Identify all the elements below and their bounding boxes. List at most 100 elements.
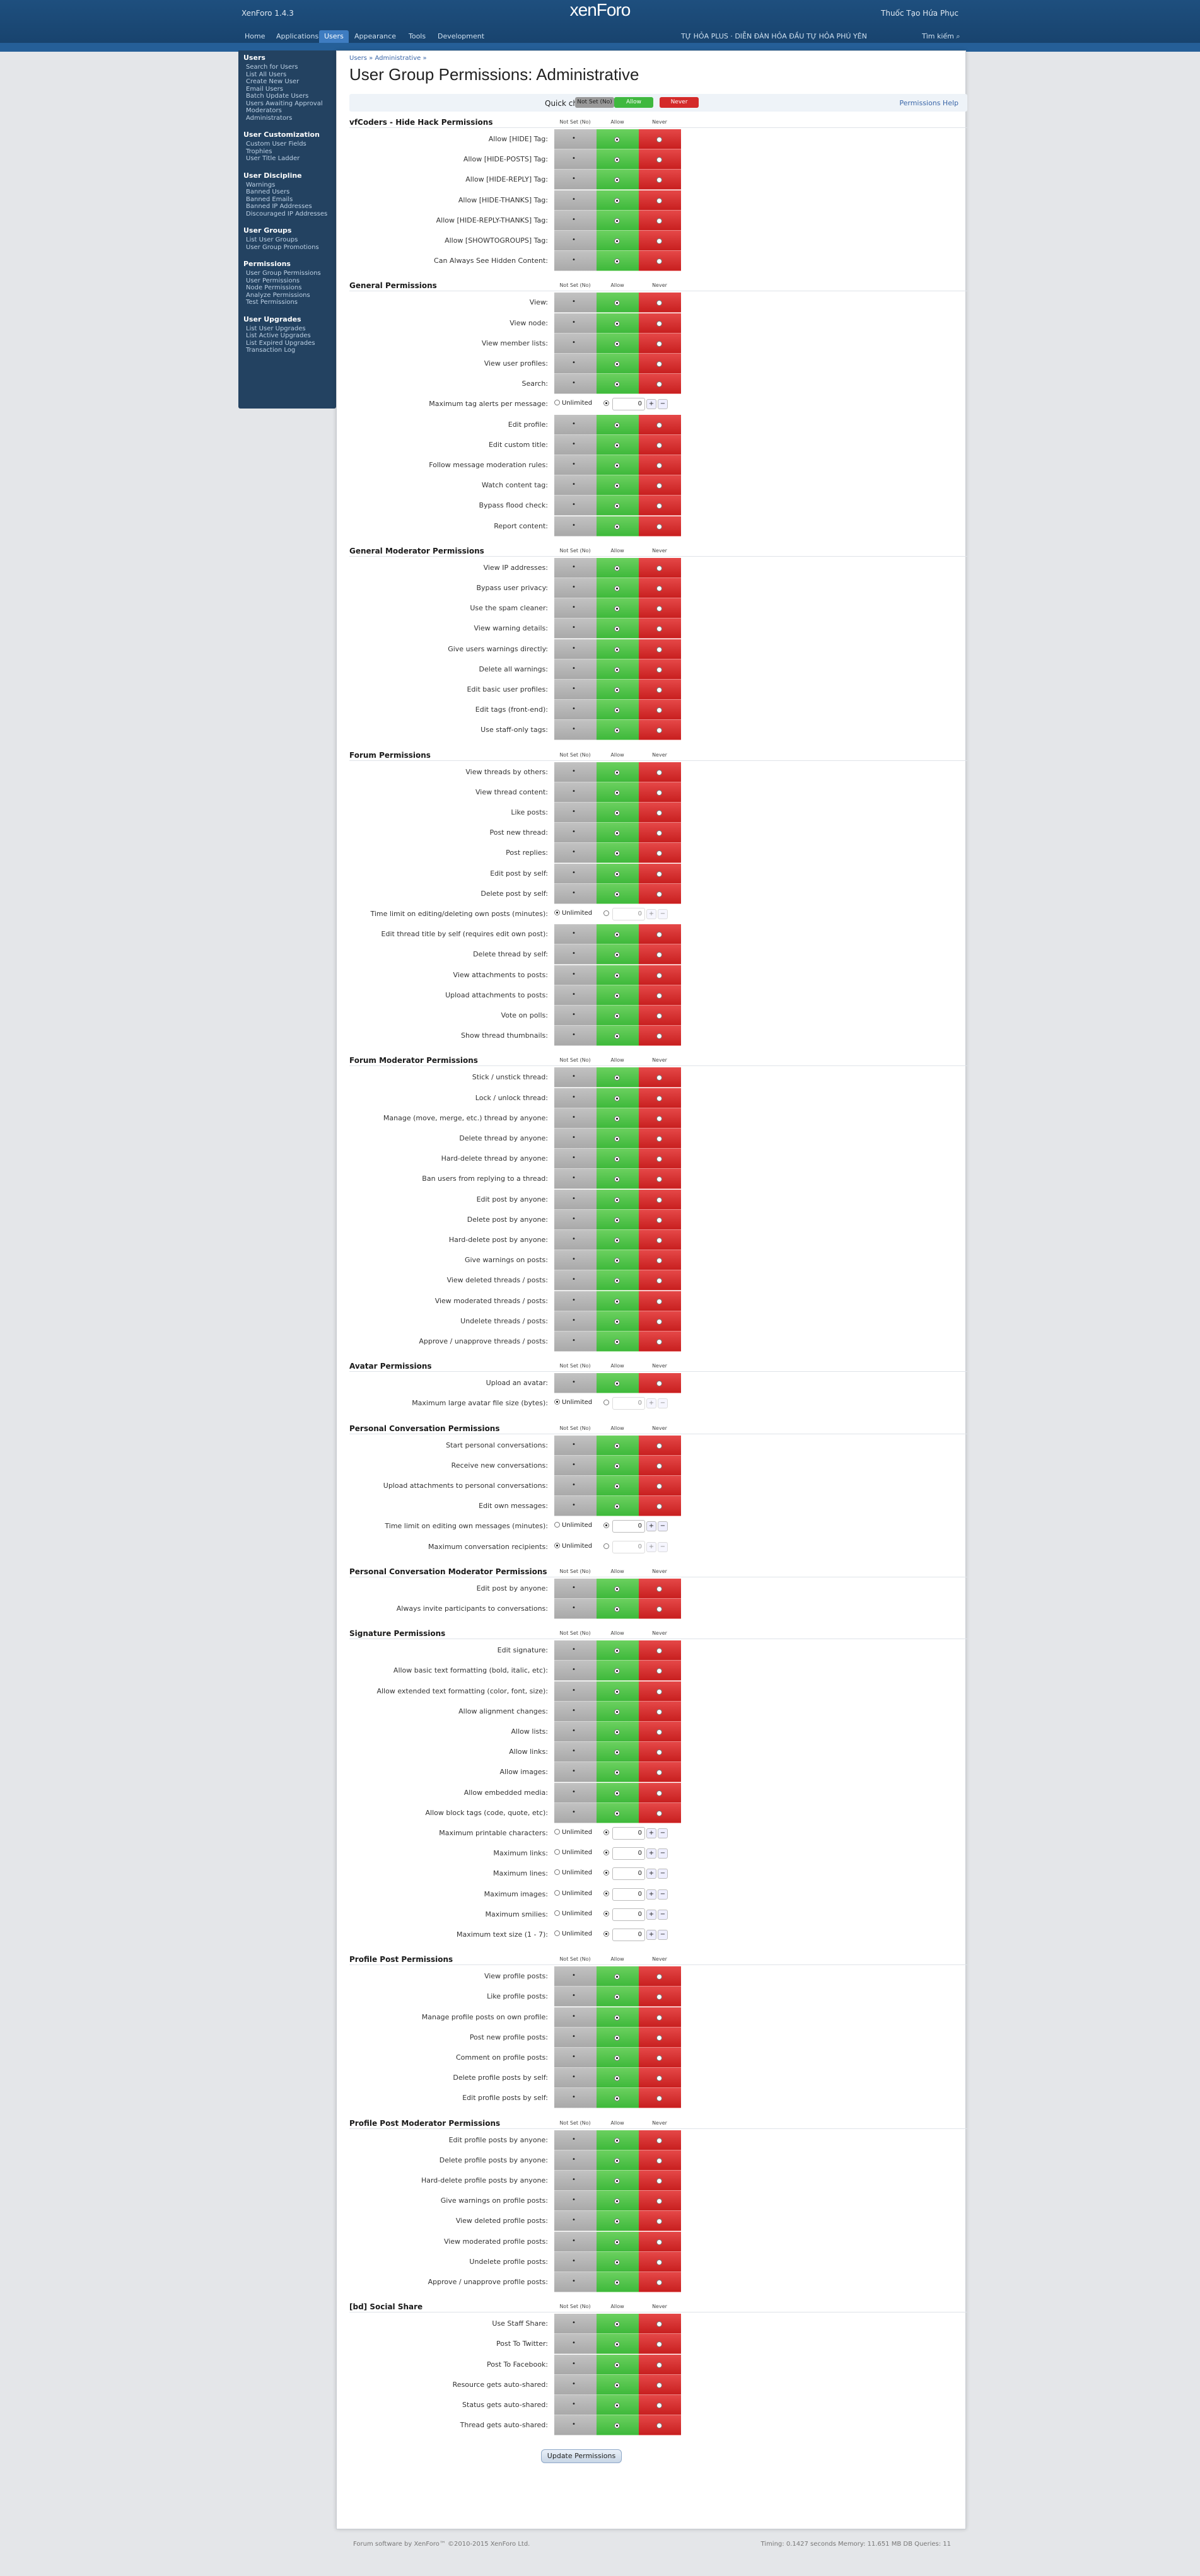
- never-cell[interactable]: [639, 149, 681, 170]
- not-set-cell[interactable]: •: [554, 293, 597, 313]
- never-cell[interactable]: [639, 659, 681, 680]
- unlimited-radio[interactable]: [554, 400, 560, 406]
- allow-cell[interactable]: [597, 944, 639, 965]
- sidebar-item[interactable]: Banned Users: [246, 189, 289, 195]
- increment-button[interactable]: +: [646, 1541, 656, 1552]
- never-radio[interactable]: [656, 2034, 662, 2041]
- value-input[interactable]: 0: [612, 1827, 645, 1840]
- allow-radio[interactable]: [614, 238, 620, 244]
- never-cell[interactable]: [639, 1476, 681, 1496]
- allow-cell[interactable]: [597, 1311, 639, 1332]
- never-cell[interactable]: [639, 1681, 681, 1702]
- allow-cell[interactable]: [597, 2191, 639, 2212]
- not-set-cell[interactable]: •: [554, 2415, 597, 2436]
- allow-radio[interactable]: [614, 2055, 620, 2061]
- not-set-cell[interactable]: •: [554, 1742, 597, 1763]
- allow-cell[interactable]: [597, 680, 639, 700]
- allow-cell[interactable]: [597, 1599, 639, 1619]
- allow-radio[interactable]: [614, 992, 620, 999]
- not-set-cell[interactable]: •: [554, 2048, 597, 2068]
- never-cell[interactable]: [639, 2334, 681, 2355]
- increment-button[interactable]: +: [646, 1828, 656, 1838]
- sidebar-item[interactable]: List Expired Upgrades: [246, 340, 315, 347]
- tab-applications[interactable]: Applications: [271, 30, 323, 43]
- never-radio[interactable]: [656, 361, 662, 367]
- unlimited-option[interactable]: Unlimited: [554, 1542, 592, 1550]
- never-cell[interactable]: [639, 434, 681, 455]
- never-cell[interactable]: [639, 823, 681, 844]
- allow-cell[interactable]: [597, 374, 639, 395]
- allow-cell[interactable]: [597, 516, 639, 537]
- never-radio[interactable]: [656, 1648, 662, 1654]
- allow-radio[interactable]: [614, 2382, 620, 2388]
- never-cell[interactable]: [639, 475, 681, 496]
- never-radio[interactable]: [656, 2239, 662, 2245]
- sidebar-item[interactable]: List User Groups: [246, 236, 298, 243]
- never-cell[interactable]: [639, 965, 681, 985]
- never-cell[interactable]: [639, 598, 681, 619]
- never-cell[interactable]: [639, 1026, 681, 1047]
- not-set-cell[interactable]: •: [554, 2171, 597, 2191]
- allow-radio[interactable]: [614, 2075, 620, 2082]
- value-radio[interactable]: [603, 1850, 609, 1856]
- allow-radio[interactable]: [614, 1770, 620, 1776]
- allow-cell[interactable]: [597, 2068, 639, 2089]
- never-cell[interactable]: [639, 333, 681, 354]
- never-cell[interactable]: [639, 1762, 681, 1783]
- allow-cell[interactable]: [597, 659, 639, 680]
- allow-radio[interactable]: [614, 320, 620, 327]
- not-set-cell[interactable]: •: [554, 965, 597, 985]
- never-radio[interactable]: [656, 2362, 662, 2368]
- allow-cell[interactable]: [597, 313, 639, 334]
- allow-cell[interactable]: [597, 1742, 639, 1763]
- never-cell[interactable]: [639, 2007, 681, 2028]
- decrement-button[interactable]: −: [658, 1848, 668, 1859]
- not-set-cell[interactable]: •: [554, 1088, 597, 1108]
- not-set-cell[interactable]: •: [554, 2191, 597, 2212]
- allow-cell[interactable]: [597, 618, 639, 639]
- sidebar-heading[interactable]: Users: [243, 54, 265, 62]
- never-radio[interactable]: [656, 2178, 662, 2184]
- not-set-cell[interactable]: •: [554, 2395, 597, 2415]
- allow-cell[interactable]: [597, 2231, 639, 2252]
- allow-cell[interactable]: [597, 1128, 639, 1149]
- sidebar-item[interactable]: Users Awaiting Approval: [246, 100, 323, 107]
- never-cell[interactable]: [639, 1149, 681, 1169]
- allow-cell[interactable]: [597, 455, 639, 475]
- allow-radio[interactable]: [614, 2341, 620, 2348]
- value-radio[interactable]: [603, 1543, 609, 1549]
- not-set-cell[interactable]: •: [554, 251, 597, 272]
- allow-cell[interactable]: [597, 2354, 639, 2375]
- never-radio[interactable]: [656, 992, 662, 999]
- never-cell[interactable]: [639, 1455, 681, 1476]
- decrement-button[interactable]: −: [658, 1930, 668, 1940]
- allow-radio[interactable]: [614, 1381, 620, 1387]
- never-radio[interactable]: [656, 666, 662, 673]
- not-set-cell[interactable]: •: [554, 313, 597, 334]
- never-cell[interactable]: [639, 1270, 681, 1291]
- sidebar-item[interactable]: Email Users: [246, 86, 283, 93]
- allow-radio[interactable]: [614, 2198, 620, 2205]
- never-radio[interactable]: [656, 1974, 662, 1980]
- allow-radio[interactable]: [614, 1648, 620, 1654]
- not-set-cell[interactable]: •: [554, 2374, 597, 2395]
- not-set-cell[interactable]: •: [554, 2007, 597, 2028]
- not-set-cell[interactable]: •: [554, 1578, 597, 1599]
- never-cell[interactable]: [639, 720, 681, 741]
- never-radio[interactable]: [656, 137, 662, 142]
- allow-radio[interactable]: [614, 1258, 620, 1264]
- value-input[interactable]: 0: [612, 1929, 645, 1941]
- quick-not-set-button[interactable]: Not Set (No): [575, 97, 614, 108]
- allow-radio[interactable]: [614, 2403, 620, 2408]
- never-radio[interactable]: [656, 2259, 662, 2265]
- value-input[interactable]: 0: [612, 1867, 645, 1881]
- search-link[interactable]: Tìm kiếm ⌕: [922, 30, 960, 43]
- sidebar-item[interactable]: Trophies: [246, 148, 272, 155]
- never-cell[interactable]: [639, 883, 681, 904]
- value-input[interactable]: 0: [612, 1847, 645, 1860]
- not-set-cell[interactable]: •: [554, 1332, 597, 1352]
- not-set-cell[interactable]: •: [554, 1250, 597, 1271]
- unlimited-radio[interactable]: [554, 1889, 560, 1896]
- not-set-cell[interactable]: •: [554, 863, 597, 884]
- not-set-cell[interactable]: •: [554, 1987, 597, 2007]
